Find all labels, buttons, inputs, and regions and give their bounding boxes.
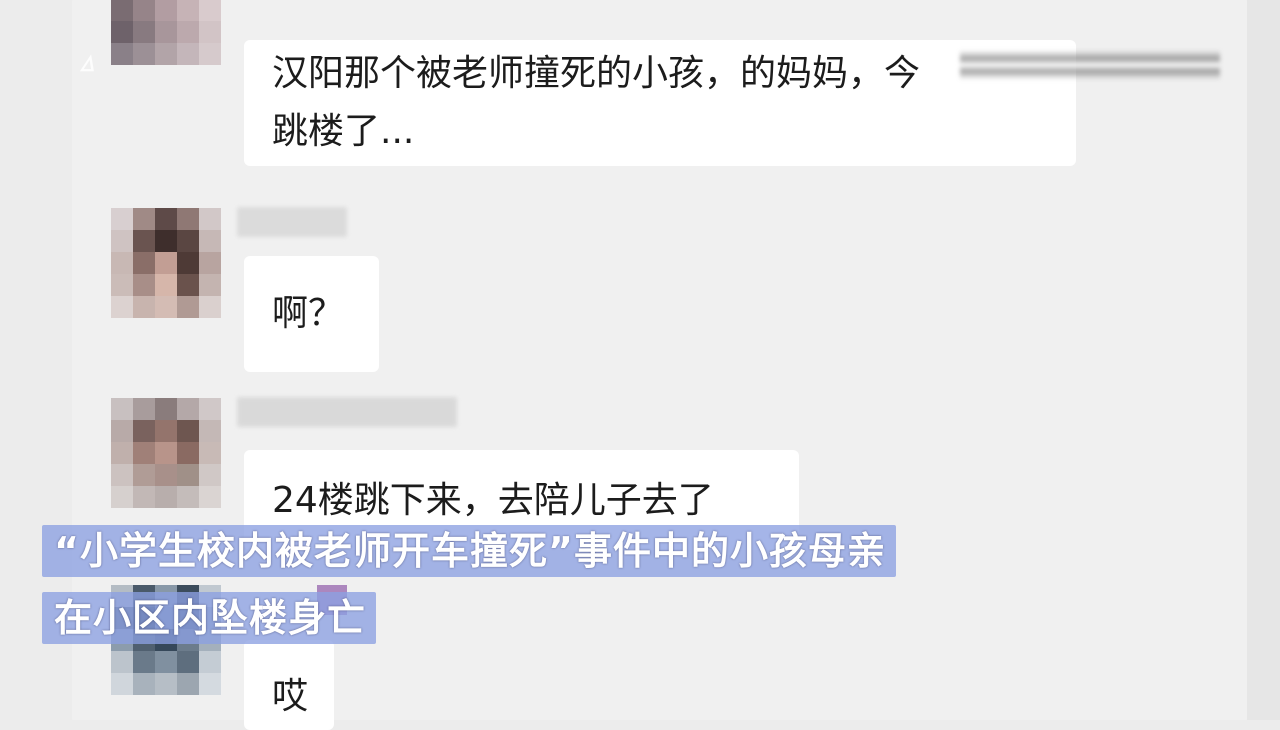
message-text: 啊？	[272, 293, 345, 334]
message-bubble[interactable]: 啊？	[244, 256, 379, 372]
avatar[interactable]	[111, 398, 221, 508]
message-text: 汉阳那个被老师撞死的小孩，的妈妈，今	[272, 53, 921, 94]
message-bubble[interactable]: 汉阳那个被老师撞死的小孩，的妈妈，今 跳楼了...	[244, 40, 1076, 166]
message-bubble[interactable]: 哎	[244, 640, 334, 730]
message-text: 跳楼了...	[272, 111, 415, 152]
redaction-smear	[960, 50, 1220, 80]
watermark-logo: ㅿ	[72, 48, 102, 83]
page-edge	[1247, 0, 1280, 720]
sender-name-redacted	[237, 397, 457, 427]
avatar[interactable]	[111, 0, 221, 65]
sender-name-redacted	[237, 207, 347, 237]
message-text: 24楼跳下来，去陪儿子去了	[272, 480, 714, 521]
message-text: 哎	[272, 676, 309, 717]
news-caption-line-2: 在小区内坠楼身亡	[42, 592, 377, 644]
avatar[interactable]	[111, 208, 221, 318]
news-caption-line-1: “小学生校内被老师开车撞死”事件中的小孩母亲	[42, 525, 896, 577]
